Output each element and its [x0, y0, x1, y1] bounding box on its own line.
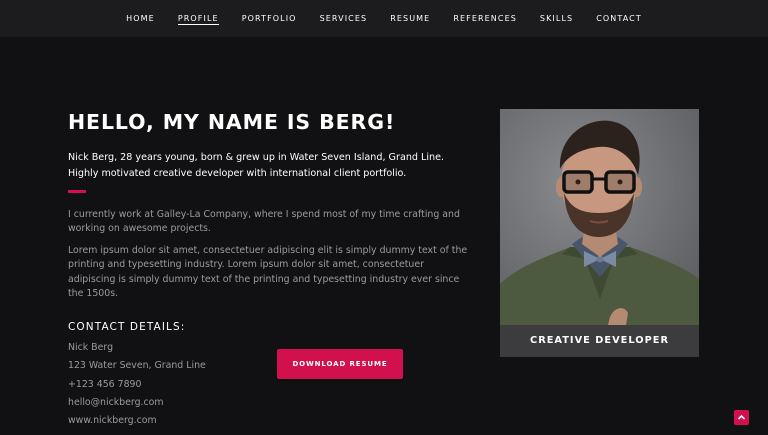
chevron-up-icon [737, 414, 746, 420]
role-caption: CREATIVE DEVELOPER [500, 325, 699, 357]
top-navbar: HOME PROFILE PORTFOLIO SERVICES RESUME R… [0, 0, 768, 37]
contact-name: Nick Berg [68, 342, 114, 353]
accent-divider [68, 190, 86, 193]
contact-address: 123 Water Seven, Grand Line [68, 360, 206, 372]
nav-item-profile[interactable]: PROFILE [166, 0, 230, 37]
nav-item-references[interactable]: REFERENCES [442, 0, 529, 37]
profile-photo [500, 109, 699, 325]
scroll-to-top-button[interactable] [734, 410, 749, 425]
nav-menu: HOME PROFILE PORTFOLIO SERVICES RESUME R… [0, 0, 768, 37]
nav-item-portfolio[interactable]: PORTFOLIO [230, 0, 308, 37]
contact-heading: CONTACT DETAILS: [68, 321, 186, 333]
profile-paragraph: Lorem ipsum dolor sit amet, consectetuer… [68, 245, 468, 299]
nav-item-resume[interactable]: RESUME [379, 0, 442, 37]
profile-paragraph: I currently work at Galley-La Company, w… [68, 209, 460, 235]
profile-card: CREATIVE DEVELOPER [500, 109, 699, 357]
nav-item-services[interactable]: SERVICES [308, 0, 379, 37]
profile-intro: Nick Berg, 28 years young, born & grew u… [68, 152, 445, 179]
nav-item-skills[interactable]: SKILLS [528, 0, 584, 37]
nav-item-contact[interactable]: CONTACT [585, 0, 654, 37]
contact-website[interactable]: www.nickberg.com [68, 414, 206, 432]
contact-email[interactable]: hello@nickberg.com [68, 396, 206, 414]
download-resume-button[interactable]: DOWNLOAD RESUME [277, 349, 403, 379]
contact-phone: +123 456 7890 [68, 378, 142, 390]
contact-details-list: Nick Berg 123 Water Seven, Grand Line +1… [68, 341, 206, 432]
profile-heading: HELLO, MY NAME IS BERG! [68, 110, 396, 134]
nav-item-home[interactable]: HOME [115, 0, 167, 37]
